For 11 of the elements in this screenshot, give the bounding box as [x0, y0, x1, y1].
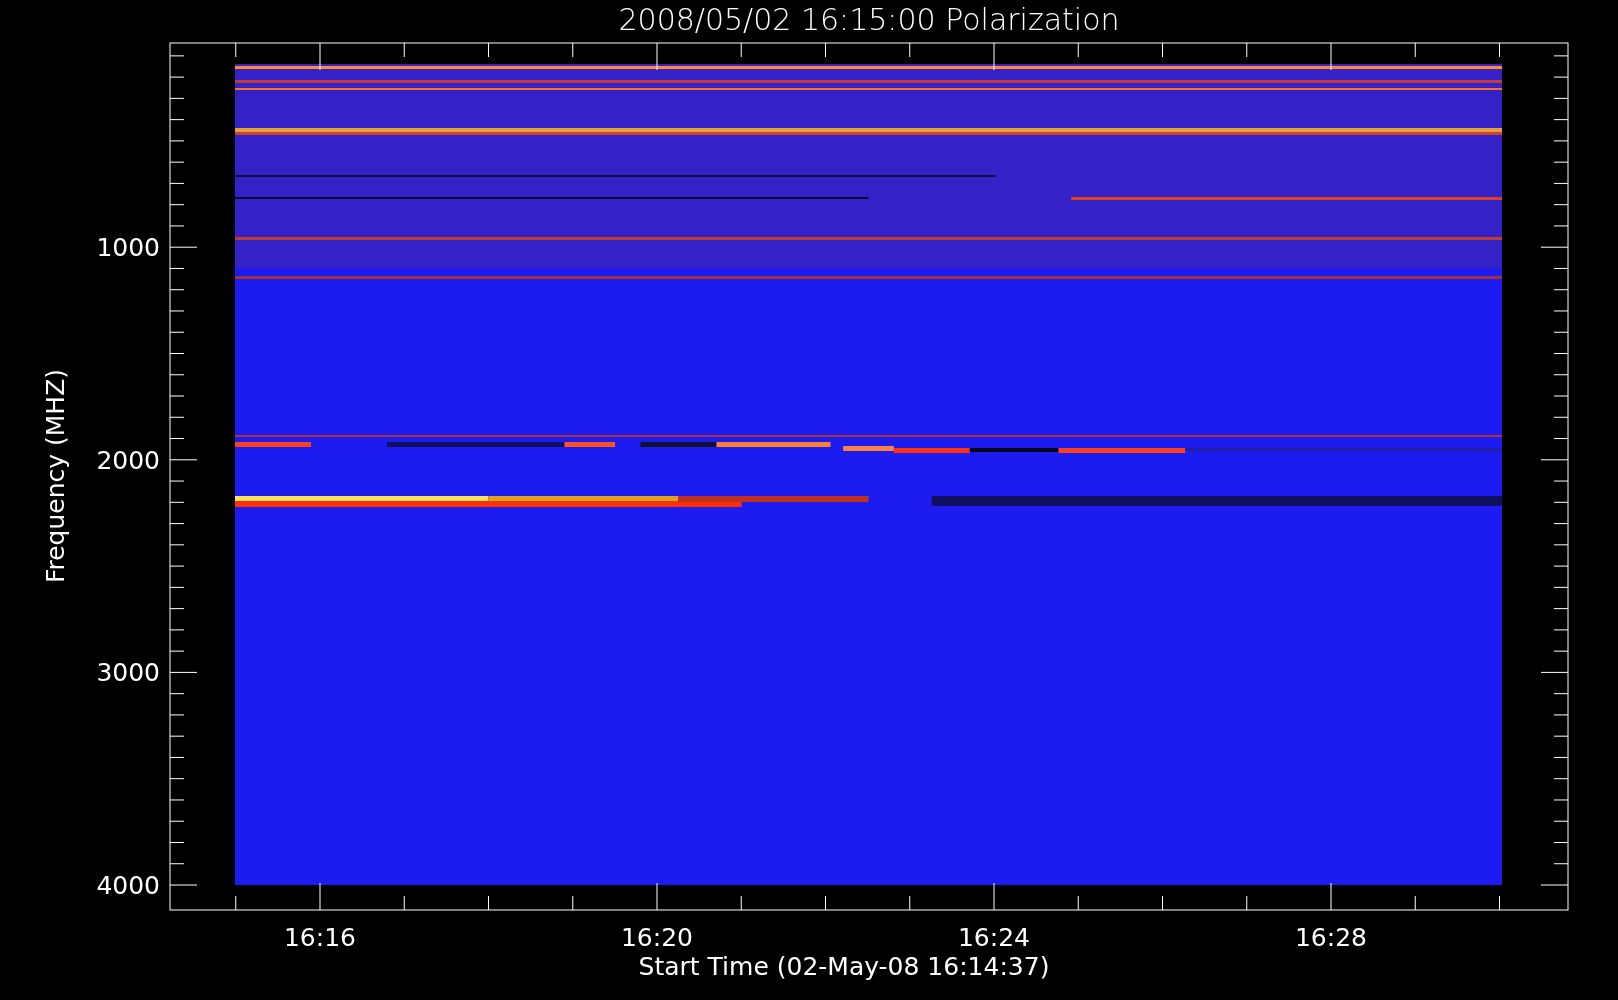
y-axis-label: Frequency (MHZ): [41, 368, 70, 584]
y-tick-label: 4000: [96, 871, 160, 900]
y-tick-label: 2000: [96, 445, 160, 475]
x-tick-label: 16:16: [284, 923, 356, 952]
x-tick-label: 16:24: [958, 923, 1030, 952]
y-tick-label: 1000: [96, 233, 160, 263]
chart-title: 2008/05/02 16:15:00 Polarization: [618, 2, 1120, 37]
x-axis-label: Start Time (02-May-08 16:14:37): [638, 952, 1050, 981]
x-tick-label: 16:28: [1295, 923, 1367, 952]
y-tick-label: 3000: [96, 658, 160, 688]
x-tick-label: 16:20: [621, 923, 693, 952]
